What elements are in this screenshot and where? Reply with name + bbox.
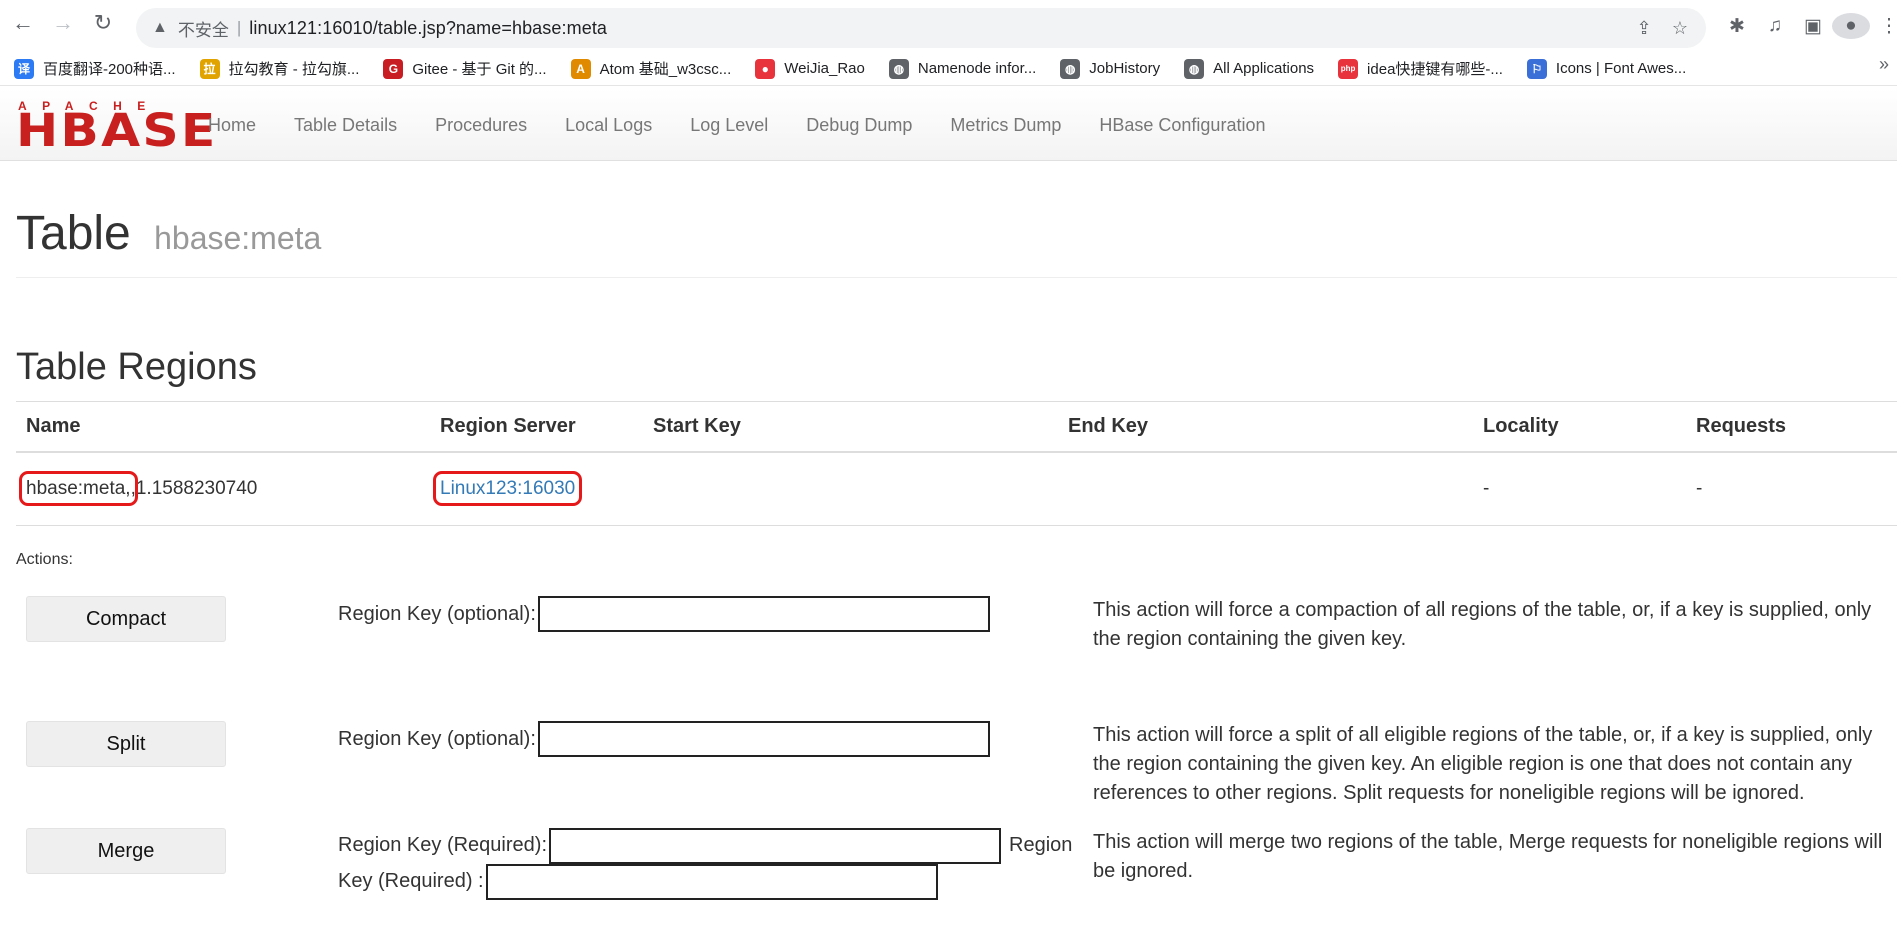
nav-links: Home Table Details Procedures Local Logs… <box>208 89 1303 161</box>
bookmark-label: Gitee - 基于 Git 的... <box>412 61 547 78</box>
column-header: Name <box>16 401 430 453</box>
share-icon[interactable]: ⇪ <box>1626 18 1662 39</box>
bookmark-label: Atom 基础_w3csc... <box>599 61 732 78</box>
bookmark-label: 拉勾教育 - 拉勾旗... <box>228 61 360 78</box>
bookmark-item[interactable]: A Atom 基础_w3csc... <box>557 54 742 84</box>
nav-metrics-dump[interactable]: Metrics Dump <box>950 115 1061 136</box>
bookmarks-bar: 译百度翻译-200种语... 拉拉勾教育 - 拉勾旗... G Gitee - 基于 … <box>0 52 1897 86</box>
media-icon[interactable]: ♫ <box>1756 15 1794 37</box>
region-server-cell: Linux123:16030 <box>430 451 643 526</box>
bookmark-icon: 拉 <box>199 58 220 79</box>
bookmark-item[interactable]: G Gitee - 基于 Git 的... <box>369 54 556 84</box>
region-name-cell: hbase:meta,,1.1588230740 <box>16 451 430 526</box>
end-key-cell <box>1058 451 1473 526</box>
bookmark-item[interactable]: ● WeiJia_Rao <box>741 54 875 84</box>
back-icon[interactable]: ← <box>6 6 40 40</box>
start-key-cell <box>643 451 1058 526</box>
compact-key-input[interactable] <box>538 596 990 632</box>
merge-key2-input[interactable] <box>486 864 938 900</box>
bookmark-item[interactable]: ◍ Namenode infor... <box>875 54 1046 84</box>
bookmark-item[interactable]: 拉拉勾教育 - 拉勾旗... <box>186 54 370 84</box>
bookmark-icon: A <box>570 58 591 79</box>
requests-cell: - <box>1686 451 1897 526</box>
side-panel-icon[interactable]: ▣ <box>1794 15 1832 38</box>
actions-label: Actions: <box>16 551 73 568</box>
security-warning[interactable]: 不安全 <box>178 16 229 41</box>
bookmark-icon: ◍ <box>1060 58 1081 79</box>
divider <box>16 277 1897 278</box>
url-text[interactable]: linux121:16010/table.jsp?name=hbase:meta <box>249 18 607 39</box>
nav-local-logs[interactable]: Local Logs <box>565 115 652 136</box>
bookmark-label: JobHistory <box>1089 60 1161 77</box>
page-subtitle: hbase:meta <box>154 220 322 256</box>
forward-icon[interactable]: → <box>46 6 80 40</box>
compact-button[interactable]: Compact <box>26 596 226 642</box>
bookmark-icon: php <box>1338 58 1359 79</box>
bookmark-icon: G <box>383 58 404 79</box>
compact-description: This action will force a compaction of a… <box>1093 599 1872 650</box>
nav-hbase-configuration[interactable]: HBase Configuration <box>1099 115 1265 136</box>
bookmark-label: WeiJia_Rao <box>784 60 865 77</box>
split-button[interactable]: Split <box>26 721 226 767</box>
nav-procedures[interactable]: Procedures <box>435 115 527 136</box>
split-key-input[interactable] <box>538 721 990 757</box>
menu-icon[interactable]: ⋮ <box>1870 15 1897 38</box>
bookmark-label: Icons | Font Awes... <box>1555 60 1687 77</box>
bookmark-icon: ◍ <box>888 58 909 79</box>
split-key-label: Region Key (optional): <box>338 728 536 750</box>
page-title: Table hbase:meta <box>16 206 321 261</box>
merge-description: This action will merge two regions of th… <box>1093 831 1883 882</box>
bookmark-item[interactable]: ⚐ Icons | Font Awes... <box>1513 54 1696 84</box>
bookmark-item[interactable]: ◍ JobHistory <box>1046 54 1170 84</box>
merge-key1-label: Region Key (Required): <box>338 834 547 856</box>
warning-icon: ▲ <box>152 19 168 36</box>
bookmark-icon: ⚐ <box>1526 58 1547 79</box>
extensions-area: ✱ ♫ ▣ ● ⋮ <box>1718 6 1897 46</box>
table-row: hbase:meta,,1.1588230740 Linux123:16030 … <box>16 451 1897 526</box>
merge-key1-input[interactable] <box>549 828 1001 864</box>
star-icon[interactable]: ☆ <box>1662 18 1698 39</box>
nav-log-level[interactable]: Log Level <box>690 115 768 136</box>
bookmarks-overflow-icon[interactable]: » <box>1879 54 1889 75</box>
column-header: Region Server <box>430 401 643 453</box>
bookmark-icon: 译 <box>14 58 34 79</box>
section-title: Table Regions <box>16 346 257 388</box>
compact-key-label: Region Key (optional): <box>338 603 536 625</box>
column-header: Locality <box>1473 401 1686 453</box>
column-header: End Key <box>1058 401 1473 453</box>
bookmark-label: Namenode infor... <box>917 60 1037 77</box>
locality-cell: - <box>1473 451 1686 526</box>
nav-home[interactable]: Home <box>208 115 256 136</box>
logo-hbase-text: HBASE <box>16 104 218 157</box>
nav-debug-dump[interactable]: Debug Dump <box>806 115 912 136</box>
merge-button[interactable]: Merge <box>26 828 226 874</box>
bookmark-icon: ◍ <box>1184 58 1205 79</box>
reload-icon[interactable]: ↻ <box>86 6 120 40</box>
extensions-icon[interactable]: ✱ <box>1718 15 1756 38</box>
bookmark-label: 百度翻译-200种语... <box>43 61 176 78</box>
bookmark-item[interactable]: ◍ All Applications <box>1170 54 1324 84</box>
bookmark-item[interactable]: 译百度翻译-200种语... <box>0 54 186 84</box>
merge-key2-label-part1: Region <box>1009 834 1073 856</box>
region-server-link[interactable]: Linux123:16030 <box>432 470 583 506</box>
merge-key2-label-part2: Key (Required) : <box>338 870 484 892</box>
page-title-text: Table <box>16 207 131 260</box>
region-name-highlight: hbase:meta, <box>19 470 138 506</box>
bookmark-item[interactable]: php idea快捷键有哪些-... <box>1324 54 1513 84</box>
bookmark-label: All Applications <box>1213 60 1315 77</box>
regions-table: Name Region Server Start Key End Key Loc… <box>16 401 1897 526</box>
hbase-logo[interactable]: APACHE HBASE <box>16 99 215 155</box>
hbase-navbar: APACHE HBASE Home Table Details Procedur… <box>0 89 1897 161</box>
column-header: Requests <box>1686 401 1897 453</box>
bookmark-icon: ● <box>755 58 776 79</box>
region-name-rest: ,1.1588230740 <box>130 477 258 499</box>
table-header-row: Name Region Server Start Key End Key Loc… <box>16 401 1897 453</box>
split-description: This action will force a split of all el… <box>1093 724 1873 804</box>
bookmark-label: idea快捷键有哪些-... <box>1367 61 1503 78</box>
column-header: Start Key <box>643 401 1058 453</box>
address-bar[interactable]: ▲ 不安全 | linux121:16010/table.jsp?name=hb… <box>136 8 1706 48</box>
profile-icon[interactable]: ● <box>1832 13 1870 39</box>
nav-table-details[interactable]: Table Details <box>294 115 397 136</box>
